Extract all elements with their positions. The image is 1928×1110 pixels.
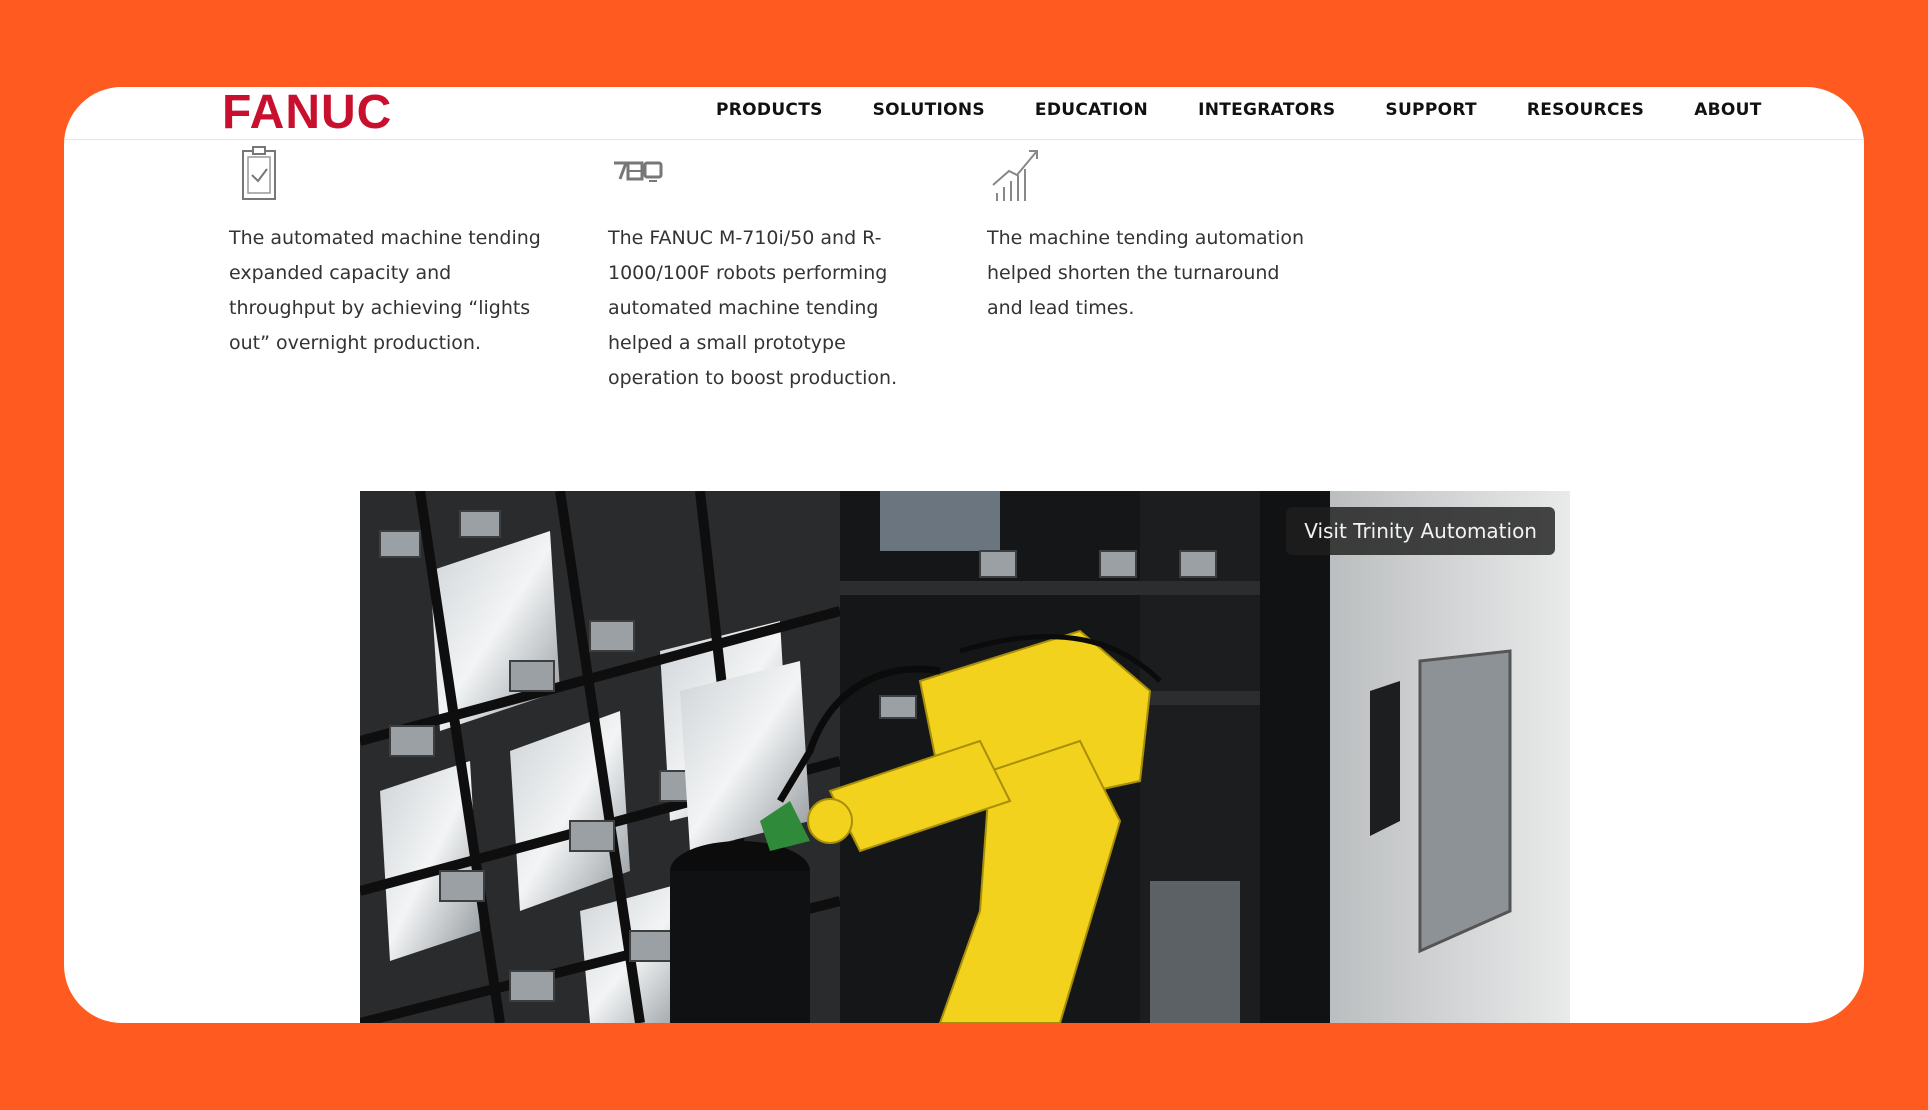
- robot-machine-icon: [608, 145, 938, 207]
- nav-support[interactable]: SUPPORT: [1385, 100, 1476, 120]
- nav-about[interactable]: ABOUT: [1694, 100, 1761, 120]
- clipboard-check-icon: [229, 145, 559, 207]
- video-frame-robot-cell: [360, 491, 1570, 1023]
- feature-text: The FANUC M-710i/50 and R-1000/100F robo…: [608, 227, 898, 389]
- nav-solutions[interactable]: SOLUTIONS: [873, 100, 985, 120]
- nav-resources[interactable]: RESOURCES: [1527, 100, 1644, 120]
- main-nav: PRODUCTS SOLUTIONS EDUCATION INTEGRATORS…: [716, 100, 1762, 120]
- site-header: FANUC PRODUCTS SOLUTIONS EDUCATION INTEG…: [64, 87, 1864, 140]
- feature-item: The automated machine tending expanded c…: [229, 145, 559, 361]
- nav-education[interactable]: EDUCATION: [1035, 100, 1148, 120]
- feature-text: The machine tending automation helped sh…: [987, 227, 1305, 319]
- fanuc-logo[interactable]: FANUC: [222, 89, 392, 137]
- video-player[interactable]: Visit Trinity Automation: [360, 491, 1570, 1023]
- nav-integrators[interactable]: INTEGRATORS: [1198, 100, 1335, 120]
- feature-list: The automated machine tending expanded c…: [64, 145, 1864, 445]
- growth-chart-icon: [987, 145, 1317, 207]
- feature-item: The machine tending automation helped sh…: [987, 145, 1317, 326]
- browser-window: FANUC PRODUCTS SOLUTIONS EDUCATION INTEG…: [64, 87, 1864, 1023]
- nav-products[interactable]: PRODUCTS: [716, 100, 823, 120]
- feature-text: The automated machine tending expanded c…: [229, 227, 541, 354]
- visit-trinity-automation-button[interactable]: Visit Trinity Automation: [1286, 507, 1555, 555]
- feature-item: The FANUC M-710i/50 and R-1000/100F robo…: [608, 145, 938, 396]
